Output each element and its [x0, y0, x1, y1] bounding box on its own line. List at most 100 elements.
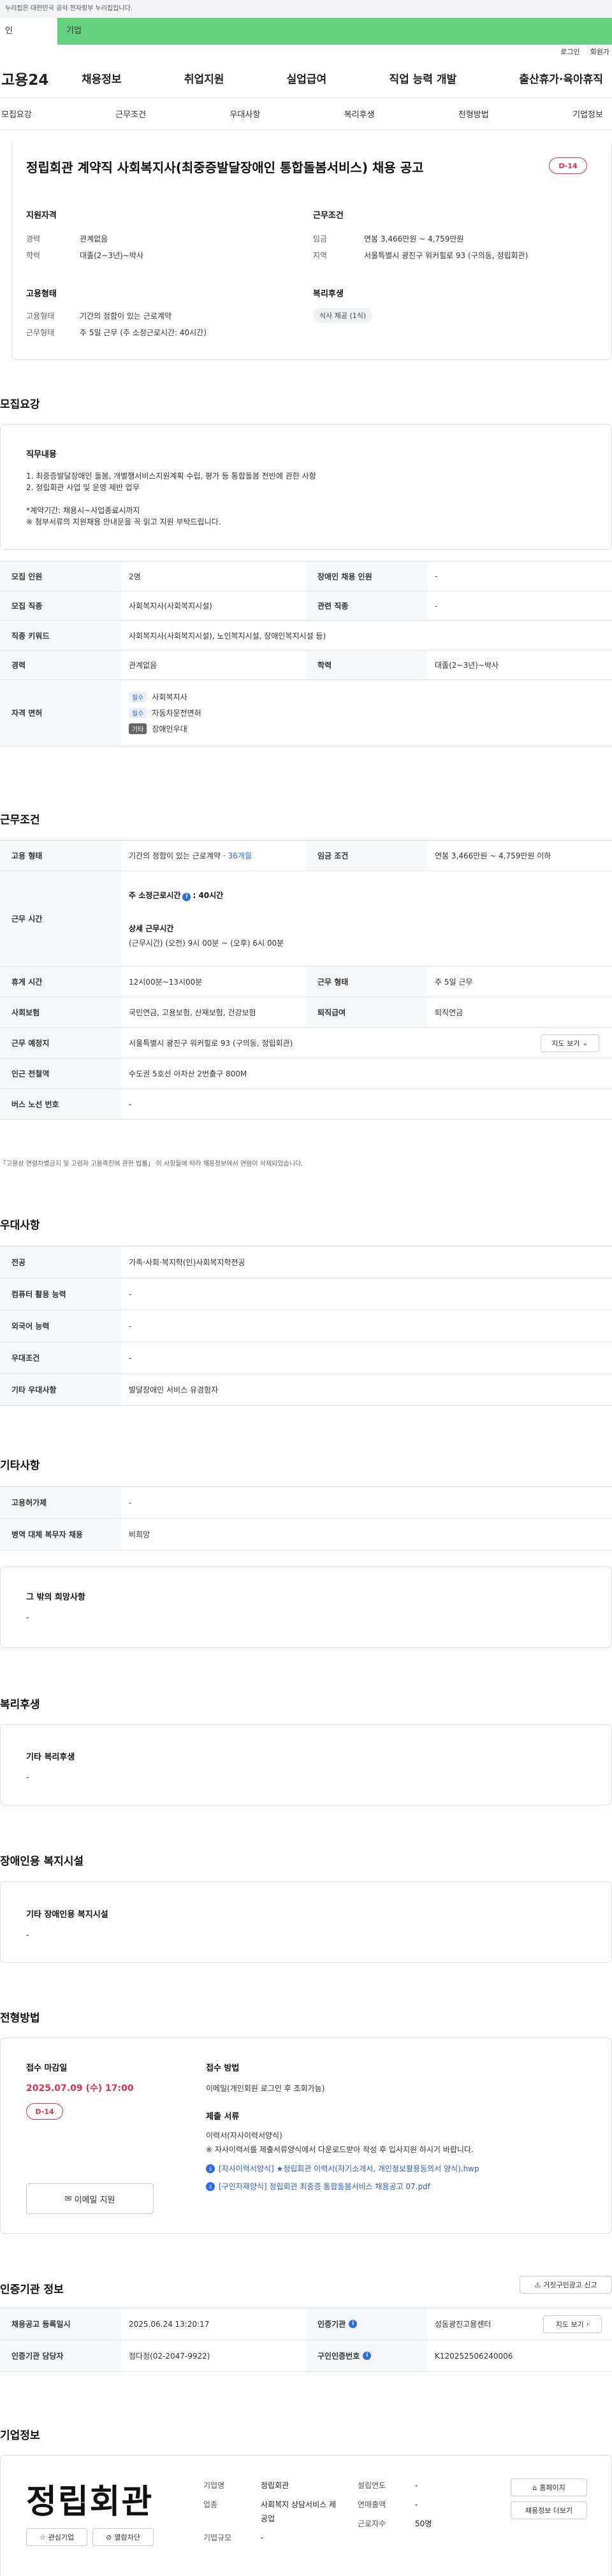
table-row: 고용허가제 -: [0, 1487, 612, 1519]
report-fake-ad-button[interactable]: ⚠ 거짓구인광고 신고: [520, 2276, 612, 2294]
hours-main-label: 주 소정근로시간: [129, 890, 181, 900]
homepage-button[interactable]: ⌂ 홈페이지: [511, 2478, 587, 2496]
signup-link[interactable]: 회원가: [590, 47, 609, 57]
work-permit-value: -: [129, 1498, 132, 1507]
interest-company-button[interactable]: ☆ 관심기업: [26, 2528, 87, 2546]
gnb-skills[interactable]: 직업 능력 개발: [389, 70, 456, 86]
subnav-pref[interactable]: 우대사항: [229, 108, 260, 120]
table-row: 버스 노선 번호 -: [0, 1089, 612, 1120]
license-name: 자동차운전면허: [152, 709, 201, 718]
posted-at-value: 2025.06.24 13:20:17: [129, 2319, 210, 2329]
info-icon[interactable]: i: [349, 2320, 358, 2328]
disabled-count-label: 장애인 채용 인원: [306, 561, 427, 591]
attachment-link-resume[interactable]: [자사이력서양식] ★정립회관 이력서(자기소개서, 개인정보활용동의서 양식)…: [219, 2162, 479, 2176]
block-view-button[interactable]: ⊘ 열람차단: [92, 2528, 154, 2546]
job-title: 정립회관 계약직 사회복지사(최중증발달장애인 통합돌봄서비스) 채용 공고: [26, 160, 424, 175]
occupation-label: 모집 직종: [0, 591, 121, 620]
company-name-value: 정립회관: [261, 2481, 289, 2490]
education-value: 대졸(2~3년)~박사: [435, 661, 499, 670]
docs-line-2: ※ 자사이력서를 제출서류양식에서 다운로드받아 작성 후 입사지원 하시기 바…: [206, 2145, 474, 2154]
related-occupation-label: 관련 직종: [306, 591, 427, 620]
benefit-box: 기타 복리후생 -: [0, 1724, 612, 1805]
license-name: 사회복지사: [152, 693, 187, 702]
table-row: 사회보험 국민연금, 고용보험, 산재보험, 건강보험 퇴직급여 퇴직연금: [0, 997, 612, 1028]
subway-value: 수도권 5호선 아차산 2번출구 800M: [129, 1069, 247, 1078]
subnav-company[interactable]: 기업정보: [572, 108, 603, 120]
pref-other-value: 발달장애인 서비스 유경험자: [129, 1386, 219, 1394]
tab-personal[interactable]: 인: [0, 18, 57, 45]
table-row: 기타 우대사항 발달장애인 서비스 유경험자: [0, 1374, 612, 1406]
pref-computer-value: -: [129, 1289, 132, 1299]
cond-region-label: 지역: [313, 251, 328, 260]
map-view-label: 지도 보기: [551, 1039, 580, 1048]
table-row: 인근 전철역 수도권 5호선 아차산 2번출구 800M: [0, 1059, 612, 1089]
subnav-recruit[interactable]: 모집요강: [1, 108, 32, 120]
process-section-title: 전형방법: [0, 2012, 40, 2025]
emp-type-label: 고용형태: [26, 312, 55, 321]
retirement-value: 퇴직연금: [435, 1008, 463, 1017]
email-apply-button[interactable]: ✉ 이메일 지원: [26, 2183, 154, 2214]
more-jobs-button[interactable]: 채용정보 더보기: [511, 2501, 587, 2519]
tab-company[interactable]: 기업: [57, 18, 612, 45]
gnb-leave[interactable]: 출산휴가·육아휴직: [519, 70, 603, 86]
cert-manager-label: 인증기관 담당자: [0, 2340, 121, 2371]
gov-banner: 누리집은 대한민국 공식 전자정부 누리집입니다.: [0, 0, 612, 18]
facility-value: -: [26, 1930, 29, 1939]
block-icon: ⊘: [106, 2533, 112, 2542]
license-name: 장애인우대: [152, 725, 187, 734]
info-icon[interactable]: i: [182, 892, 191, 901]
subnav-work[interactable]: 근무조건: [115, 108, 146, 120]
subnav-benefit[interactable]: 복리후생: [344, 108, 375, 120]
gnb-employment-support[interactable]: 취업지원: [184, 70, 224, 86]
subnav-process[interactable]: 전형방법: [458, 108, 489, 120]
table-row: 자격 면허 필수 사회복지사 필수 자동차운전면허 기타 장애인우대: [0, 680, 612, 746]
gnb-jobs[interactable]: 채용정보: [82, 70, 122, 86]
etc-table: 고용허가제 - 병역 대체 복무자 채용 비희망: [0, 1486, 612, 1551]
license-badge: 필수: [129, 691, 147, 702]
table-row: 경력 관계없음 학력 대졸(2~3년)~박사: [0, 651, 612, 680]
gnb-unemployment-benefit[interactable]: 실업급여: [287, 70, 327, 86]
company-size-value: -: [261, 2533, 264, 2542]
table-row: 근무 시간 주 소정근로시간 i: 40시간 상세 근무시간 (근무시간) (오전…: [0, 871, 612, 967]
cond-wage-label: 임금: [313, 235, 328, 243]
pref-condition-label: 우대조건: [0, 1342, 121, 1373]
cert-table: 채용공고 등록일시 2025.06.24 13:20:17 인증기관 i 성동광진…: [0, 2308, 612, 2372]
company-info-left: 기업명 정립회관 업종 사회복지 상담서비스 제공업 기업규모 -: [203, 2478, 337, 2545]
hours-label: 근무 시간: [0, 871, 121, 966]
founded-value: -: [415, 2481, 418, 2490]
table-row: 외국어 능력 -: [0, 1310, 612, 1342]
shift-value: 주 5일 근무: [435, 978, 473, 987]
bus-value: -: [129, 1099, 132, 1109]
process-box: 접수 마감일 2025.07.09 (수) 17:00 D-14 ✉ 이메일 지원…: [0, 2037, 612, 2234]
shift-label: 근무 형태: [306, 967, 427, 997]
founded-label: 설립연도: [358, 2481, 386, 2490]
pref-major-label: 전공: [0, 1247, 121, 1278]
subway-label: 인근 전철역: [0, 1059, 121, 1089]
revenue-label: 연매출액: [358, 2500, 386, 2509]
cert-map-button[interactable]: 지도 보기 ›: [543, 2315, 602, 2333]
retirement-label: 퇴직급여: [306, 997, 427, 1027]
table-row: 컴퓨터 활용 능력 -: [0, 1278, 612, 1310]
block-view-label: 열람차단: [114, 2533, 140, 2542]
benefit-value: -: [26, 1773, 29, 1782]
attachment-link-notice[interactable]: [구인자재양식] 정립회관 최중증 통합돌봄서비스 채용공고 07.pdf: [219, 2180, 430, 2194]
siren-icon: ⚠: [534, 2280, 541, 2289]
recruit-table: 모집 인원 2명 장애인 채용 인원 - 모집 직종 사회복지사(사회복지시설)…: [0, 561, 612, 746]
insurance-label: 사회보험: [0, 997, 121, 1027]
work-type-text: 기간의 정함이 있는 근로계약 ·: [129, 851, 226, 860]
cert-org-label-text: 인증기관: [317, 2320, 346, 2329]
work-type-value: 기간의 정함이 있는 근로계약 · 36개월: [121, 841, 306, 871]
site-logo[interactable]: 고용24: [0, 68, 82, 89]
keyword-value: 사회복지사(사회복지시설), 노인복지시설, 장애인복지시설 등): [129, 631, 326, 640]
duty-box: 직무내용 1. 최중증발달장애인 돌봄, 개별행서비스지원계획 수립, 평가 등…: [0, 424, 612, 550]
qual-career-value: 관계없음: [80, 235, 108, 243]
info-icon[interactable]: i: [363, 2352, 372, 2360]
qualification-heading: 지원자격: [26, 211, 57, 221]
login-link[interactable]: 로그인: [560, 47, 579, 57]
emp-shift-label: 근무형태: [26, 328, 55, 337]
cert-org-name: 성동광진고용센터: [435, 2320, 492, 2329]
map-view-button[interactable]: 지도 보기 ⌄: [541, 1034, 599, 1052]
company-logo-text: 정립회관: [26, 2482, 154, 2521]
pref-language-label: 외국어 능력: [0, 1310, 121, 1342]
related-occupation-value: -: [435, 601, 438, 611]
